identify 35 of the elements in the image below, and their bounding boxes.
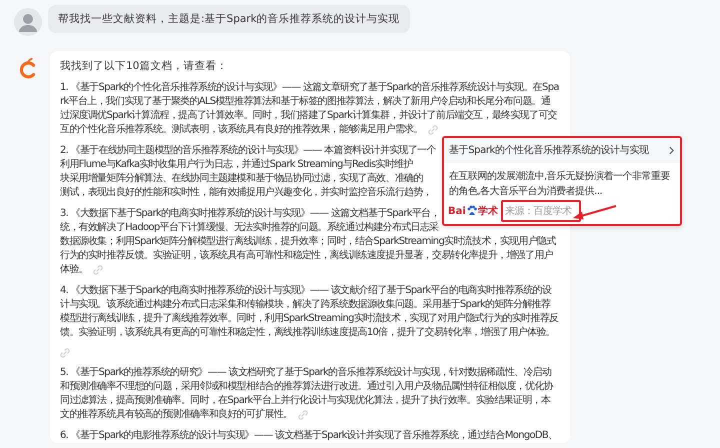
result-text-line: 行为的实时推荐反馈。实验证明，该系统具有高可靠性和稳定性，离线训练速度提升显著，交易转化率提升，增强了用户 [60,249,553,263]
result-text-line: 互的个性化音乐推荐系统。测试表明，该系统具有良好的推荐效果，能够满足用户需求。 [60,123,423,137]
link-icon[interactable] [298,410,308,420]
result-text-line: 统，有效解决了Hadoop平台下计算缓慢、无法实时推荐的问题。系统通过构建分布式日志采 [60,221,438,235]
result-text-line: 利用Flume与Kafka实时收集用户行为日志，并通过Spark Streaming与Redis实时维护 [60,158,413,172]
link-icon[interactable] [92,265,103,275]
link-icon[interactable] [428,125,438,135]
card-header[interactable]: 基于Spark的个性化音乐推荐系统的设计与实现 [444,138,680,163]
result-text-line: 5. 《基于Spark的推荐系统的研究》—— 该文档研究了基于Spark的音乐推荐系统设计与实现，针对数据稀疏性、冷启动 [60,366,552,380]
result-text-line: 体验。 [60,263,88,277]
result-text-line: 同过滤算法，提高预测准确率。同时，在Spark平台上并行化设计与实现优化算法，提升了执行效率。实验结果证明，本 [60,394,550,408]
result-text-line: 文的推荐系统具有较高的预测准确率和良好的可扩展性。 [60,408,293,422]
chevron-right-icon[interactable] [669,146,674,154]
result-text-line: 馈。实验证明，该系统具有更高的可靠性和稳定性，离线推荐训练速度提高10倍，提升了交易转化率，增强了用户体验。 [60,326,555,340]
card-excerpt: 在互联网的发展潮流中,音乐无疑扮演着一个非常重要 的角色,各大音乐平台为消费者提供... [448,170,672,199]
result-text-line: 1. 《基于Spark的个性化音乐推荐系统的设计与实现》—— 这篇文章研究了基于Spark的音乐推荐系统设计与实现。在Spa [60,81,559,95]
avatar-icon [14,8,42,36]
card-title: 基于Spark的个性化音乐推荐系统的设计与实现 [449,144,649,157]
user-message: 帮我找一些文献资料，主题是:基于Spark的音乐推荐系统的设计与实现 [48,5,410,33]
result-text-line: 6. 《基于Spark的电影推荐系统的设计与实现》—— 该文档基于Spark设计并实现了音乐推荐系统，通过结合MongoDB、 [60,429,558,443]
result-text-line: 过深度调优Spark计算流程，提高了计算效率。同时，我们搭建了Spark计算集群，并设计了前后端交互，最终实现了可交 [60,109,557,123]
result-text-line: 数据源收集；利用Spark矩阵分解模型进行离线训练，提升效率；同时，结合SparkStreaming实时流技术，实现用户隐式 [60,235,556,249]
result-text-line: 4. 《大数据下基于Spark的电商实时推荐系统的设计与实现》—— 该文献介绍了基于Spark平台的电商实时推荐系统的设 [60,284,552,298]
result-text-line: 模型进行离线训练，提升了离线推荐效率。同时，利用SparkStreaming实时流技术，实现了对用户隐式行为的实时推荐反 [60,312,558,326]
intro-text: 我找到了以下10篇文档，请查看： [60,59,228,74]
source-logo: Bai 学术 [448,204,498,218]
result-text-line: rk平台上，我们实现了基于聚类的ALS模型推荐算法和基于标签的图推荐算法，解决了新用户冷启动和长尾分布问题。通 [60,95,550,109]
result-text-line: 计与实现。该系统通过构建分布式日志采集和传输模块，解决了跨系统数据源收集问题。采用基于Spark的矩阵分解推荐 [60,298,550,312]
result-text-line: 2. 《基于在线协同主题模型的音乐推荐系统的设计与实现》—— 本篇资料设计并实现了一个 [60,144,436,158]
result-text-line: 和预测准确率不理想的问题，采用邻域和模型相结合的推荐算法进行改进。通过引入用户及物品属性特征相似度，优化协 [60,380,553,394]
result-text-line: 3. 《大数据下基于Spark的电商实时推荐系统的设计与实现》—— 这篇文档基于Spark平台， [60,207,440,221]
link-icon[interactable] [60,348,70,358]
source-label: 来源：百度学术 [500,200,582,222]
result-text-line: 测试，表现出良好的性能和实时性，能有效捕捉用户兴趣变化，并实时监控音乐流行趋势， [60,186,432,200]
result-text-line: 块采用增量矩阵分解算法、在线协同主题建模和基于物品协同过滤，实现了高效、准确的 [60,172,423,186]
